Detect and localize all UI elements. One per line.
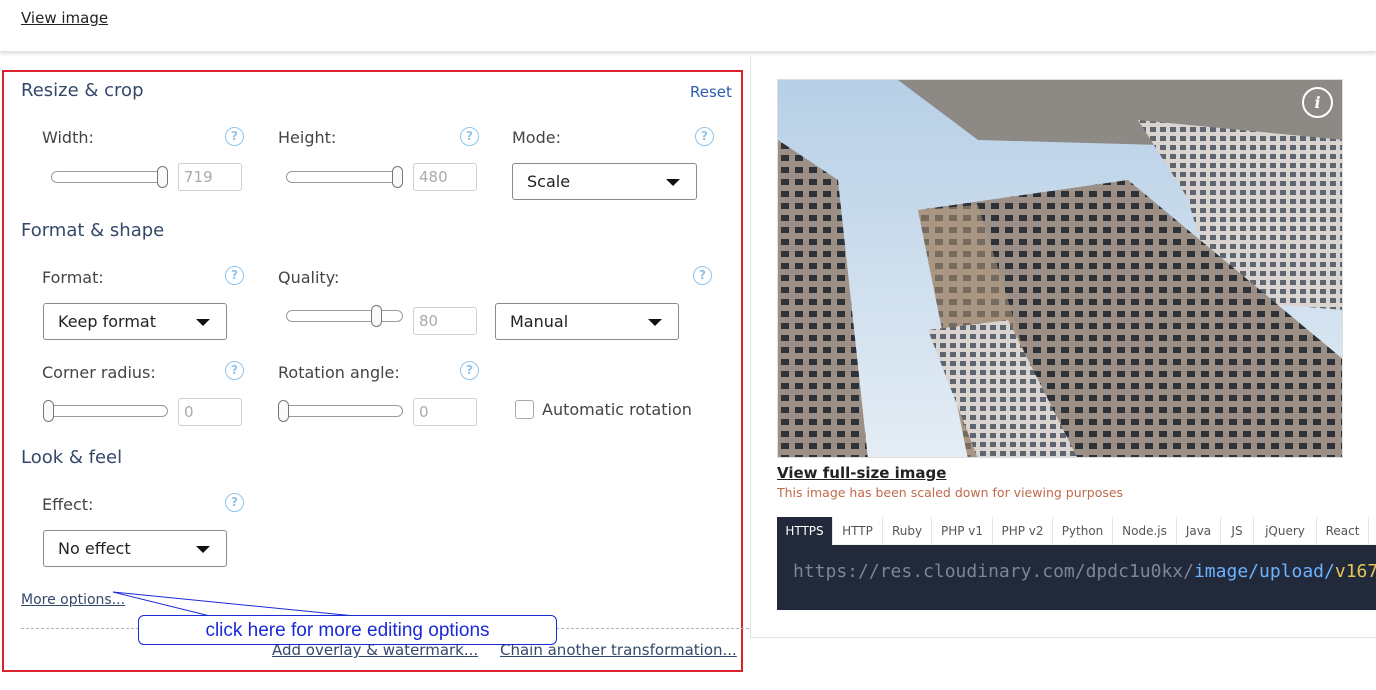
tab-java[interactable]: Java: [1177, 517, 1221, 545]
tab-js[interactable]: JS: [1221, 517, 1254, 545]
tab-php-v1[interactable]: PHP v1: [932, 517, 993, 545]
tab-http[interactable]: HTTP: [833, 517, 883, 545]
url-path: image/upload/: [1193, 561, 1335, 582]
view-full-size-link[interactable]: View full-size image: [777, 464, 946, 482]
callout-pointer: [112, 591, 356, 617]
annotation-callout-text: click here for more editing options: [205, 620, 490, 641]
url-base: https://res.cloudinary.com/dpdc1u0kx/: [793, 561, 1194, 582]
preview-image[interactable]: [777, 79, 1343, 458]
delivery-url: https://res.cloudinary.com/dpdc1u0kx/ima…: [793, 561, 1376, 582]
annotation-callout: click here for more editing options: [138, 615, 557, 645]
tab-nodejs[interactable]: Node.js: [1113, 517, 1177, 545]
building-photo: [778, 80, 1342, 457]
tab-ruby[interactable]: Ruby: [883, 517, 932, 545]
url-version: v16756: [1334, 561, 1376, 582]
tab-jquery[interactable]: jQuery: [1254, 517, 1317, 545]
scaled-note: This image has been scaled down for view…: [777, 485, 1124, 500]
info-icon[interactable]: i: [1302, 87, 1333, 118]
tab-php-v2[interactable]: PHP v2: [993, 517, 1053, 545]
tab-https[interactable]: HTTPS: [777, 517, 833, 545]
code-language-tabs: HTTPS HTTP Ruby PHP v1 PHP v2 Python Nod…: [777, 517, 1376, 545]
code-snippet-box[interactable]: https://res.cloudinary.com/dpdc1u0kx/ima…: [777, 545, 1376, 610]
tab-python[interactable]: Python: [1053, 517, 1113, 545]
tab-react[interactable]: React: [1317, 517, 1369, 545]
